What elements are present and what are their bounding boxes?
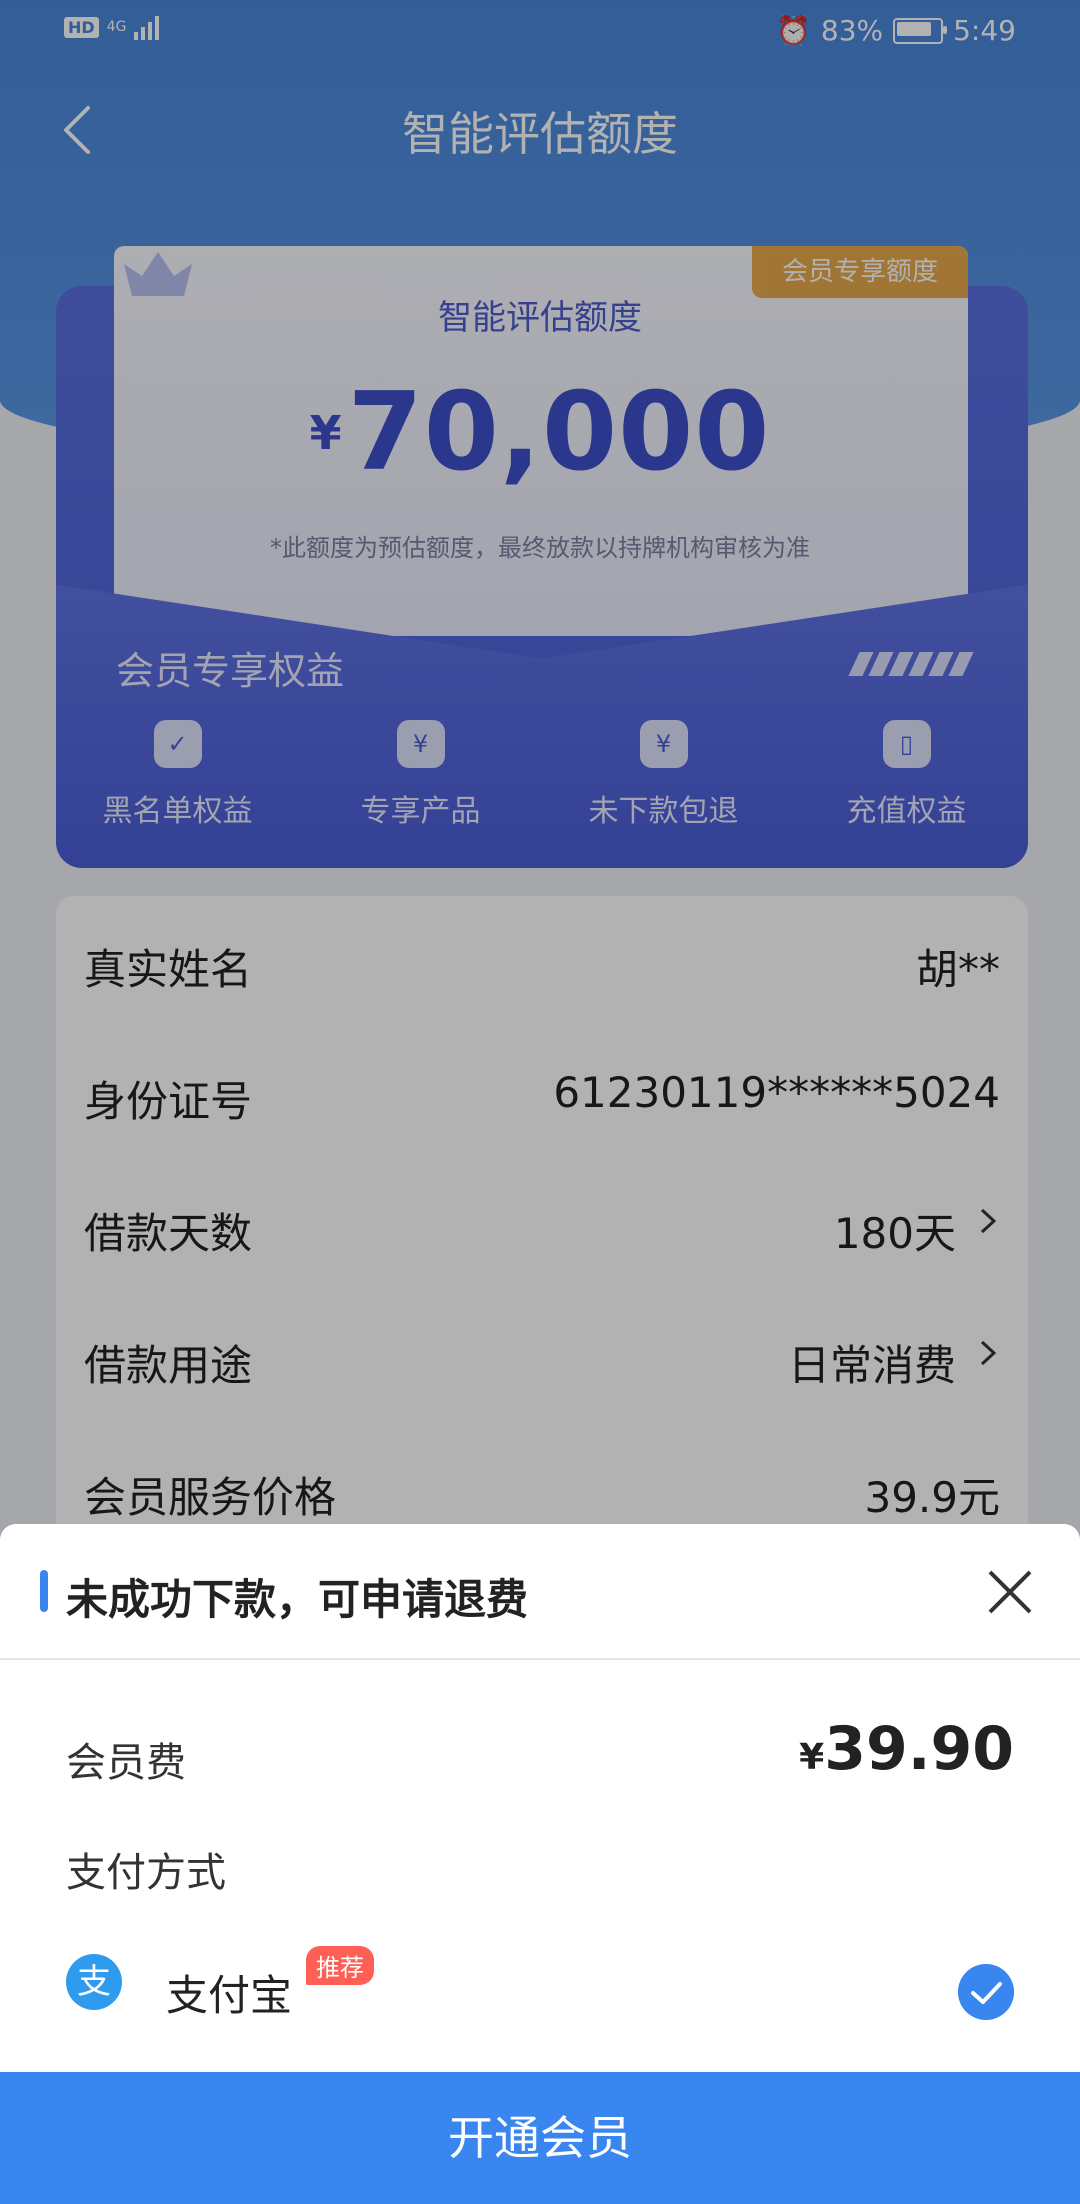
fee-label: 会员费 — [66, 1740, 186, 1786]
title-accent — [40, 1570, 48, 1612]
fee-amount: ¥39.90 — [799, 1714, 1014, 1784]
sheet-title: 未成功下款，可申请退费 — [66, 1575, 529, 1624]
fee-value: 39.90 — [824, 1714, 1014, 1784]
alipay-option[interactable]: 支付宝 — [166, 1962, 292, 2023]
fee-currency: ¥ — [799, 1737, 825, 1778]
divider — [0, 1658, 1080, 1660]
recommend-badge: 推荐 — [306, 1946, 374, 1985]
close-icon[interactable] — [984, 1566, 1036, 1618]
alipay-icon[interactable]: 支 — [66, 1954, 122, 2010]
pay-method-label: 支付方式 — [66, 1850, 226, 1896]
check-icon[interactable] — [958, 1964, 1014, 2020]
open-membership-button[interactable]: 开通会员 — [0, 2072, 1080, 2204]
